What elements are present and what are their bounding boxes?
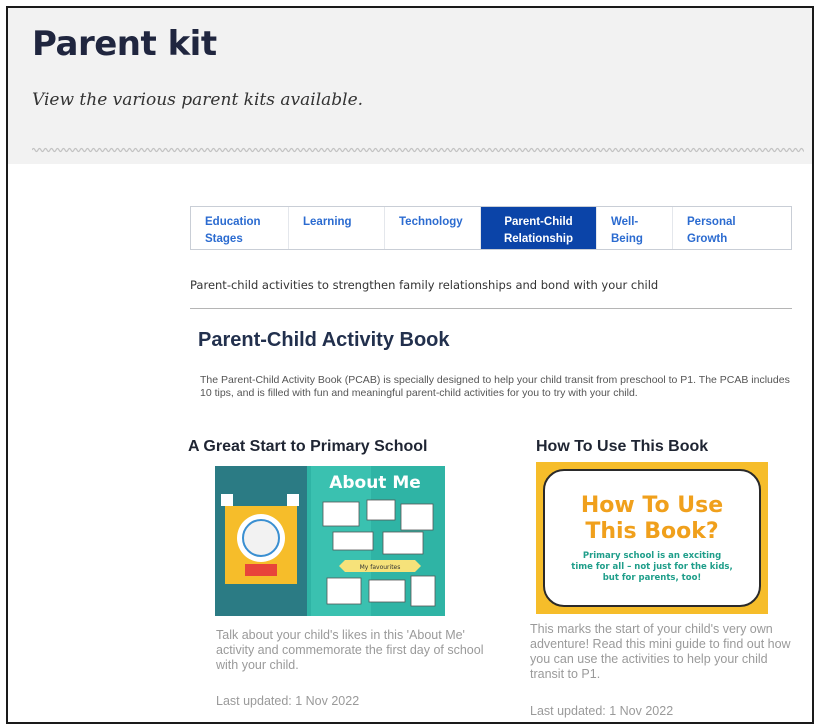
how-to-use-body-line2: time for all – not just for the kids,: [571, 562, 732, 572]
page-frame: Parent kit View the various parent kits …: [6, 6, 814, 724]
my-favourites-ribbon: My favourites: [360, 564, 401, 571]
tab-technology[interactable]: Technology: [385, 207, 481, 249]
page-subtitle: View the various parent kits available.: [32, 90, 364, 110]
tab-learning[interactable]: Learning: [289, 207, 385, 249]
card-description-how-to-use: This marks the start of your child's ver…: [530, 622, 791, 681]
category-description: Parent-child activities to strengthen fa…: [190, 278, 659, 292]
how-to-use-body-line1: Primary school is an exciting: [583, 551, 721, 561]
how-to-use-heading-line1: How To Use: [581, 493, 723, 518]
card-title-how-to-use[interactable]: How To Use This Book: [536, 438, 708, 456]
last-updated-how-to-use: Last updated: 1 Nov 2022: [530, 704, 674, 718]
section-divider: [190, 308, 792, 309]
page-title: Parent kit: [32, 24, 217, 64]
book-description: The Parent-Child Activity Book (PCAB) is…: [200, 374, 790, 399]
card-title-great-start[interactable]: A Great Start to Primary School: [188, 438, 427, 456]
card-description-great-start: Talk about your child's likes in this 'A…: [216, 628, 484, 672]
tab-education-stages[interactable]: Education Stages: [191, 207, 289, 249]
about-me-heading: About Me: [329, 473, 421, 493]
wavy-divider: [32, 147, 804, 153]
book-title: Parent-Child Activity Book: [198, 329, 450, 351]
tab-well-being[interactable]: Well-Being: [597, 207, 673, 249]
tab-parent-child-relationship[interactable]: Parent-Child Relationship: [481, 207, 597, 249]
about-me-thumbnail[interactable]: About Me My favourites: [215, 466, 445, 616]
last-updated-great-start: Last updated: 1 Nov 2022: [216, 694, 360, 708]
category-tabs: Education Stages Learning Technology Par…: [190, 206, 792, 250]
how-to-use-body-line3: but for parents, too!: [603, 573, 702, 583]
tab-personal-growth[interactable]: Personal Growth: [673, 207, 791, 249]
how-to-use-heading-line2: This Book?: [585, 519, 718, 544]
how-to-use-thumbnail[interactable]: How To Use This Book? Primary school is …: [536, 462, 768, 614]
